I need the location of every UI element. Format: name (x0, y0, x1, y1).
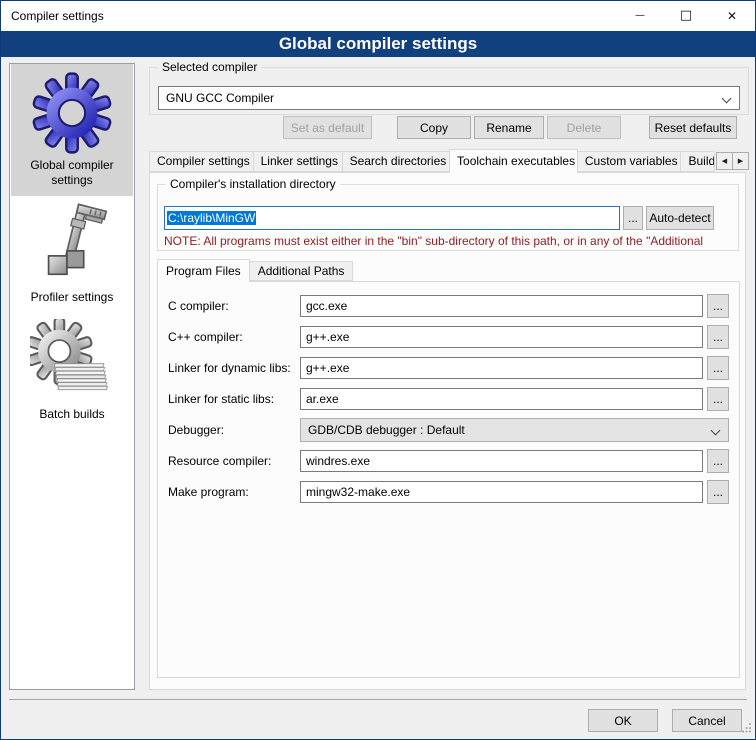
resource-compiler-browse-button[interactable]: ... (707, 449, 729, 473)
arrow-left-icon: ◀ (722, 157, 727, 165)
linker-dynamic-value: g++.exe (306, 361, 349, 375)
tab-additional-paths[interactable]: Additional Paths (249, 261, 354, 281)
make-program-value: mingw32-make.exe (306, 485, 410, 499)
cpp-compiler-browse-button[interactable]: ... (707, 325, 729, 349)
close-button[interactable]: ✕ (709, 1, 755, 30)
c-compiler-browse-button[interactable]: ... (707, 294, 729, 318)
install-dir-input[interactable]: C:\raylib\MinGW (164, 206, 620, 230)
sidebar-item-label: Batch builds (39, 407, 104, 422)
tab-scroll-right-button[interactable]: ▶ (732, 152, 749, 170)
chevron-down-icon (711, 426, 721, 436)
sidebar-item-global-compiler-settings[interactable]: Global compiler settings (11, 64, 133, 196)
c-compiler-label: C compiler: (168, 299, 300, 313)
tab-build-options[interactable]: Build (680, 151, 715, 172)
settings-category-list: Global compiler settings (9, 63, 135, 690)
cpp-compiler-input[interactable]: g++.exe (300, 326, 703, 348)
field-row: Linker for static libs: ar.exe ... (168, 387, 729, 411)
tab-toolchain-executables[interactable]: Toolchain executables (449, 149, 578, 173)
linker-static-browse-button[interactable]: ... (707, 387, 729, 411)
page-title: Global compiler settings (1, 31, 755, 57)
sidebar-item-label: Profiler settings (31, 290, 114, 305)
c-compiler-input[interactable]: gcc.exe (300, 295, 703, 317)
resize-grip-icon[interactable] (741, 722, 752, 736)
selected-compiler-group: Selected compiler GNU GCC Compiler (149, 67, 749, 115)
tab-linker-settings[interactable]: Linker settings (253, 151, 343, 172)
resource-compiler-input[interactable]: windres.exe (300, 450, 703, 472)
selected-compiler-group-label: Selected compiler (158, 60, 261, 75)
field-row: C++ compiler: g++.exe ... (168, 325, 729, 349)
tab-compiler-settings[interactable]: Compiler settings (149, 151, 254, 172)
chevron-down-icon (722, 94, 732, 104)
tab-search-directories[interactable]: Search directories (342, 151, 450, 172)
field-row: Debugger: GDB/CDB debugger : Default (168, 418, 729, 442)
cancel-button[interactable]: Cancel (672, 709, 742, 732)
linker-dynamic-browse-button[interactable]: ... (707, 356, 729, 380)
maximize-icon: □ (680, 8, 692, 23)
tab-program-files[interactable]: Program Files (157, 259, 250, 282)
c-compiler-value: gcc.exe (306, 299, 347, 313)
close-icon: ✕ (727, 9, 737, 23)
compiler-settings-dialog: Compiler settings — □ ✕ Global compiler … (0, 0, 756, 740)
field-row: Make program: mingw32-make.exe ... (168, 480, 729, 504)
compiler-actions: Set as default Copy Rename Delete Reset … (149, 116, 749, 139)
install-dir-note: NOTE: All programs must exist either in … (164, 234, 737, 249)
program-files-tabbar: Program Files Additional Paths (157, 259, 352, 281)
linker-dynamic-label: Linker for dynamic libs: (168, 361, 300, 375)
linker-static-input[interactable]: ar.exe (300, 388, 703, 410)
make-program-label: Make program: (168, 485, 300, 499)
tab-custom-variables[interactable]: Custom variables (577, 151, 682, 172)
debugger-value: GDB/CDB debugger : Default (308, 423, 465, 437)
installation-directory-group: Compiler's installation directory C:\ray… (157, 184, 739, 251)
linker-static-value: ar.exe (306, 392, 339, 406)
field-row: C compiler: gcc.exe ... (168, 294, 729, 318)
minimize-icon: — (635, 10, 645, 21)
rename-button[interactable]: Rename (474, 116, 544, 139)
resource-compiler-value: windres.exe (306, 454, 370, 468)
make-program-browse-button[interactable]: ... (707, 480, 729, 504)
sidebar-item-batch-builds[interactable]: Batch builds (11, 313, 133, 430)
debugger-label: Debugger: (168, 423, 300, 437)
ok-button[interactable]: OK (588, 709, 658, 732)
compiler-select[interactable]: GNU GCC Compiler (158, 86, 740, 110)
auto-detect-button[interactable]: Auto-detect (646, 206, 714, 230)
maximize-button[interactable]: □ (663, 1, 709, 30)
sidebar-item-label: Global compiler settings (13, 158, 131, 188)
arrow-right-icon: ▶ (738, 157, 743, 165)
settings-tabbar: Compiler settings Linker settings Search… (149, 149, 749, 172)
window-controls: — □ ✕ (617, 1, 755, 30)
titlebar: Compiler settings — □ ✕ (1, 1, 755, 31)
reset-defaults-button[interactable]: Reset defaults (649, 116, 737, 139)
copy-button[interactable]: Copy (397, 116, 471, 139)
set-as-default-button[interactable]: Set as default (283, 116, 372, 139)
install-dir-selected-text: C:\raylib\MinGW (167, 211, 256, 225)
linker-static-label: Linker for static libs: (168, 392, 300, 406)
field-row: Linker for dynamic libs: g++.exe ... (168, 356, 729, 380)
debugger-select[interactable]: GDB/CDB debugger : Default (300, 418, 729, 442)
installation-directory-row: C:\raylib\MinGW ... Auto-detect (164, 206, 714, 230)
minimize-button[interactable]: — (617, 1, 663, 30)
toolchain-executables-panel: Compiler's installation directory C:\ray… (149, 172, 746, 690)
linker-dynamic-input[interactable]: g++.exe (300, 357, 703, 379)
tab-scroll-buttons: ◀ ▶ (717, 152, 749, 170)
install-dir-browse-button[interactable]: ... (623, 206, 643, 230)
cpp-compiler-label: C++ compiler: (168, 330, 300, 344)
make-program-input[interactable]: mingw32-make.exe (300, 481, 703, 503)
tab-scroll-left-button[interactable]: ◀ (716, 152, 733, 170)
sidebar-item-profiler-settings[interactable]: Profiler settings (11, 196, 133, 313)
blue-gear-icon (28, 70, 116, 156)
installation-directory-group-label: Compiler's installation directory (166, 177, 340, 192)
window-title: Compiler settings (11, 1, 104, 31)
caliper-icon (28, 202, 116, 288)
cpp-compiler-value: g++.exe (306, 330, 349, 344)
compiler-select-value: GNU GCC Compiler (166, 91, 274, 105)
delete-button[interactable]: Delete (547, 116, 621, 139)
program-files-panel: C compiler: gcc.exe ... C++ compiler: g+… (157, 281, 740, 678)
resource-compiler-label: Resource compiler: (168, 454, 300, 468)
gray-gear-stack-icon (28, 319, 116, 405)
field-row: Resource compiler: windres.exe ... (168, 449, 729, 473)
footer-divider (9, 699, 747, 700)
